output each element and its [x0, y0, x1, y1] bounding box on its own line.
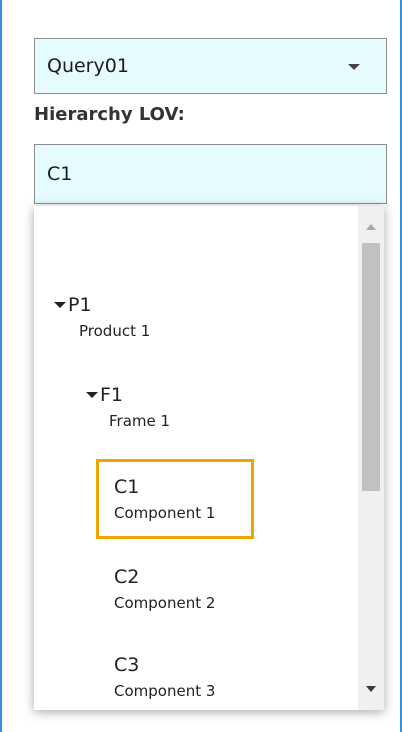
collapse-arrow-icon[interactable] [54, 301, 66, 308]
tree-node-code: P1 [68, 294, 92, 316]
tree-node-f1[interactable]: F1 Frame 1 [86, 384, 170, 430]
scroll-down-arrow-icon[interactable] [366, 686, 376, 692]
scrollbar-thumb[interactable] [362, 243, 380, 491]
tree-node-c1[interactable]: C1 Component 1 [114, 476, 215, 522]
tree-node-c2[interactable]: C2 Component 2 [114, 566, 215, 612]
hierarchy-dropdown-list[interactable]: P1 Product 1 F1 Frame 1 C1 Component 1 C… [34, 206, 384, 710]
query-select[interactable]: Query01 [34, 38, 387, 94]
scroll-up-arrow-icon[interactable] [366, 224, 376, 230]
tree-node-desc: Component 2 [114, 594, 216, 612]
query-select-value: Query01 [47, 55, 129, 77]
tree-node-code: C1 [114, 476, 140, 498]
tree-node-desc: Component 1 [114, 504, 216, 522]
vertical-scrollbar[interactable] [358, 206, 384, 710]
hierarchy-lov-input[interactable]: C1 [34, 144, 387, 204]
tree-node-desc: Product 1 [79, 322, 151, 340]
hierarchy-lov-input-value: C1 [47, 163, 73, 185]
tree-node-c3[interactable]: C3 Component 3 [114, 654, 215, 700]
collapse-arrow-icon[interactable] [86, 391, 98, 398]
tree-node-desc: Frame 1 [109, 412, 171, 430]
tree-node-desc: Component 3 [114, 682, 216, 700]
tree-node-code: C3 [114, 654, 140, 676]
hierarchy-lov-label: Hierarchy LOV: [34, 104, 185, 125]
tree-node-code: F1 [100, 384, 124, 406]
chevron-down-icon[interactable] [348, 64, 360, 70]
tree-node-p1[interactable]: P1 Product 1 [54, 294, 150, 340]
tree-node-code: C2 [114, 566, 140, 588]
window-border-left [0, 0, 2, 732]
